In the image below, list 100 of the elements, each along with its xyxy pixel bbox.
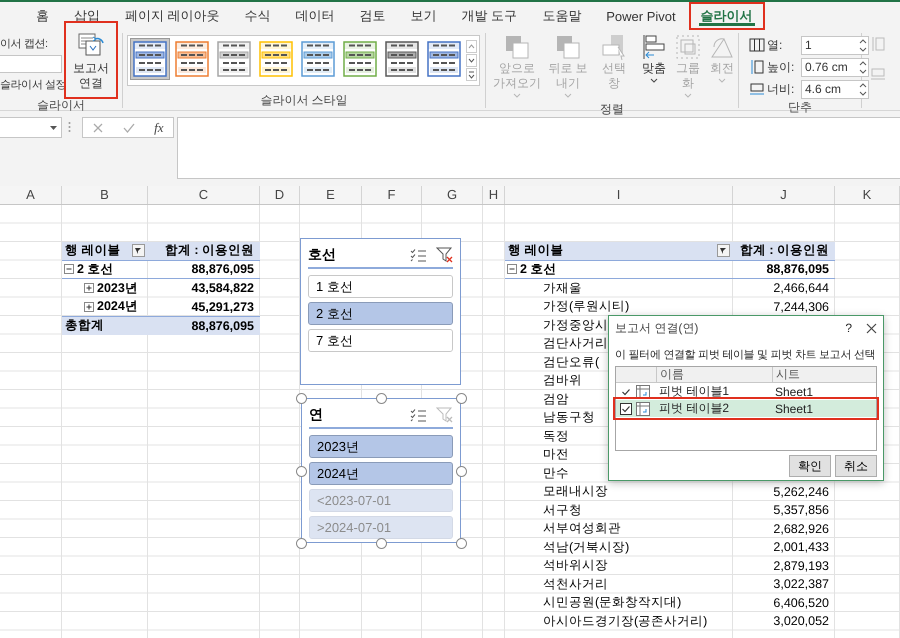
table-cell-text: 2,466,644 — [772, 280, 830, 298]
slicer-item[interactable]: 1 호선 — [308, 275, 453, 298]
row-label: 아시아드경기장(공존사거리) — [543, 612, 708, 630]
row-label: 서부여성회관 — [543, 520, 621, 538]
row-label: 시민공원(문화창작지대) — [543, 594, 682, 612]
column-header[interactable]: J — [733, 186, 835, 204]
slicer-item[interactable]: 2 호선 — [308, 302, 453, 325]
multi-select-icon[interactable] — [410, 408, 426, 422]
row-label: 남동구청 — [543, 409, 595, 426]
gallery-more-icon[interactable] — [466, 68, 477, 81]
column-header[interactable]: E — [300, 186, 362, 204]
row-label: 2024년 — [97, 298, 138, 316]
spinner-icon[interactable] — [858, 80, 868, 98]
help-button[interactable]: ? — [845, 321, 852, 335]
ribbon-tab[interactable]: 보기 — [398, 2, 449, 30]
scroll-down-icon[interactable] — [466, 54, 477, 67]
spinner-icon[interactable] — [858, 58, 868, 76]
ribbon-tab[interactable]: 데이터 — [284, 2, 347, 30]
table-cell-text: 5,262,246 — [772, 484, 830, 501]
arrange-button[interactable]: 맞춤 — [636, 33, 672, 101]
table-cell: 88,876,095 — [148, 260, 260, 279]
row-label: 서구청 — [543, 502, 582, 519]
slicer-style-swatch[interactable] — [130, 38, 170, 80]
slicer-title: 호선 — [308, 246, 337, 264]
row-label: 만수 — [543, 464, 569, 482]
column-header[interactable]: G — [422, 186, 483, 204]
table-row[interactable]: 피벗 테이블2 Sheet1 — [616, 400, 876, 417]
table-cell-text: 5,357,856 — [772, 502, 830, 520]
column-header[interactable]: H — [483, 186, 505, 204]
row-label: 가재울 — [543, 280, 582, 297]
field-label: 너비: — [767, 80, 796, 98]
layers-icon — [554, 33, 582, 61]
table-cell-text: 피벗 테이블1 — [658, 383, 730, 400]
dialog-button[interactable]: 확인 — [789, 455, 831, 477]
height-icon — [749, 59, 765, 75]
clear-filter-icon[interactable] — [436, 246, 453, 262]
slicer-item[interactable]: 2023년 — [309, 435, 453, 458]
column-header[interactable]: A — [0, 186, 62, 204]
slicer-title: 연 — [309, 406, 324, 424]
spin-field[interactable]: 0.76 cm — [801, 58, 869, 76]
column-header: 행 레이블 — [65, 242, 120, 260]
check-icon[interactable] — [123, 122, 136, 134]
group-icon — [674, 33, 702, 61]
column-header: 합계 : 이용인원 — [733, 242, 835, 260]
table-cell-text: 3,022,387 — [772, 576, 830, 594]
height-icon — [870, 36, 886, 52]
table-cell-text: 2,879,193 — [772, 558, 830, 575]
caption-field[interactable] — [0, 55, 62, 73]
width-icon — [749, 81, 765, 97]
filter-button[interactable] — [132, 244, 145, 258]
column-header[interactable]: I — [505, 186, 733, 204]
column-header[interactable]: D — [260, 186, 300, 204]
row-label: 모래내시장 — [543, 483, 608, 500]
spin-field[interactable]: 1 — [801, 36, 869, 54]
ribbon-tab[interactable]: 수식 — [232, 2, 283, 30]
column-header: 이름 — [656, 367, 772, 382]
dialog-button[interactable]: 취소 — [835, 455, 877, 477]
group-label: 슬라이서 — [36, 97, 86, 113]
table-cell-text: 2,682,926 — [772, 520, 830, 538]
spinner-icon[interactable] — [858, 36, 868, 54]
table-cell-text: Sheet1 — [774, 402, 814, 416]
ribbon-tab[interactable]: 도움말 — [530, 2, 594, 30]
report-connections-button[interactable]: 보고서 연결 — [66, 23, 116, 97]
ribbon-tab[interactable]: 페이지 레이아웃 — [113, 2, 232, 30]
table-cell-text: 7,244,306 — [772, 298, 830, 316]
filter-button[interactable] — [717, 244, 730, 258]
layers-icon — [503, 33, 531, 61]
column-header[interactable]: B — [62, 186, 148, 204]
column-header[interactable]: C — [148, 186, 260, 204]
row-label: 2 호선 — [520, 260, 556, 278]
pivot-table-icon — [636, 384, 650, 398]
column-header[interactable]: K — [835, 186, 900, 204]
row-label: 석천사거리 — [543, 576, 608, 593]
ribbon-tab[interactable]: 슬라이서 — [688, 2, 765, 30]
collapse-icon[interactable] — [507, 264, 517, 274]
ribbon-tab[interactable]: 홈 — [24, 2, 61, 30]
report-connection-icon — [77, 31, 105, 57]
ribbon-tab[interactable]: Power Pivot — [594, 2, 688, 30]
ribbon-tab[interactable]: 개발 도구 — [450, 2, 530, 30]
slicer-item[interactable]: 7 호선 — [308, 329, 453, 352]
expand-icon[interactable] — [84, 283, 94, 294]
column-header: 합계 : 이용인원 — [148, 242, 260, 260]
insert-function-button[interactable]: fx — [154, 120, 164, 136]
table-cell-text: 45,291,273 — [190, 298, 255, 316]
collapse-icon[interactable] — [64, 264, 74, 274]
row-label: 가정(루원시티) — [543, 298, 630, 316]
column-header: 행 레이블 — [508, 242, 564, 260]
ribbon-tab[interactable]: 검토 — [348, 2, 398, 30]
row-label: 가정중앙시 — [543, 316, 608, 334]
formula-field[interactable] — [177, 117, 900, 179]
table-cell: 88,876,095 — [733, 260, 835, 279]
expand-icon[interactable] — [84, 302, 94, 312]
checkbox[interactable] — [620, 402, 632, 414]
spin-field[interactable]: 4.6 cm — [801, 80, 869, 98]
close-icon[interactable] — [866, 322, 877, 334]
caret-icon[interactable] — [49, 124, 58, 130]
slicer-item[interactable]: 2024년 — [309, 462, 453, 485]
row-label: 2 호선 — [77, 260, 114, 278]
multi-select-icon[interactable] — [410, 248, 426, 262]
column-header[interactable]: F — [362, 186, 422, 204]
